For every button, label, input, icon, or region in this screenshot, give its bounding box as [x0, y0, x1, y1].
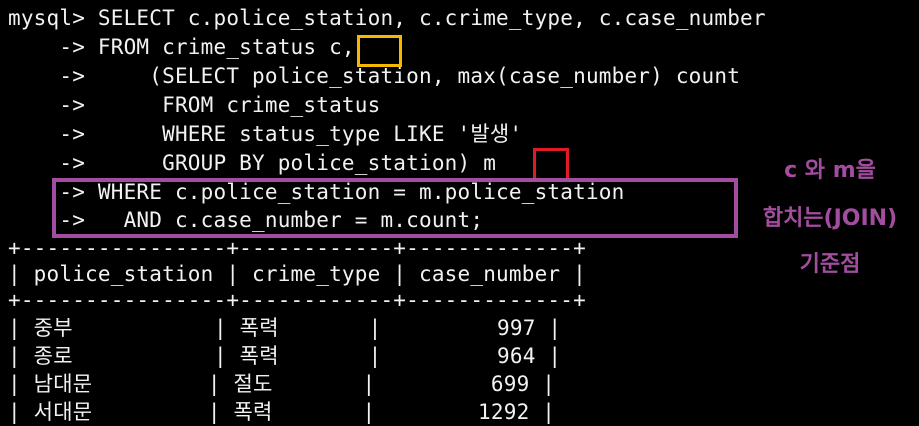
- query-line-5: -> WHERE status_type LIKE '발생': [8, 122, 523, 146]
- table-border-mid: +----------------+------------+---------…: [8, 288, 586, 312]
- table-border-top: +----------------+------------+---------…: [8, 236, 586, 260]
- annotation-line-1: c 와 m을: [784, 158, 876, 183]
- query-line-1: mysql> SELECT c.police_station, c.crime_…: [8, 6, 766, 30]
- query-line-6: -> GROUP BY police_station) m: [8, 151, 497, 175]
- table-row: | 서대문 | 폭력 | 1292 |: [8, 400, 556, 424]
- table-row: | 종로 | 폭력 | 964 |: [8, 344, 562, 368]
- alias-c-highlight: [357, 35, 402, 67]
- table-row: | 중부 | 폭력 | 997 |: [8, 316, 562, 340]
- query-line-4: -> FROM crime_status: [8, 93, 381, 117]
- alias-m-highlight: [533, 148, 569, 181]
- terminal-window: mysql> SELECT c.police_station, c.crime_…: [0, 0, 919, 426]
- table-header-row: | police_station | crime_type | case_num…: [8, 262, 586, 286]
- join-condition-highlight: [52, 178, 738, 238]
- annotation-line-3: 기준점: [799, 252, 861, 277]
- query-line-2: -> FROM crime_status c,: [8, 35, 355, 59]
- table-row: | 남대문 | 절도 | 699 |: [8, 372, 556, 396]
- annotation-line-2: 합치는(JOIN): [762, 206, 898, 231]
